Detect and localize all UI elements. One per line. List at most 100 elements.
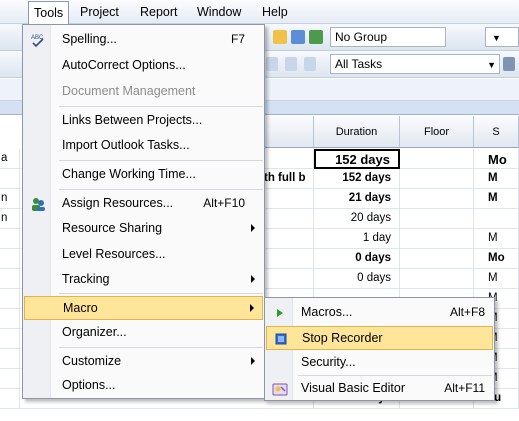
menu-bar: Tools Project Report Window Help xyxy=(0,0,519,24)
floor-cell[interactable] xyxy=(400,249,474,269)
menu-project[interactable]: Project xyxy=(80,5,119,19)
align-left-icon[interactable] xyxy=(266,57,278,71)
menu-tools[interactable]: Tools xyxy=(28,1,70,24)
play-icon xyxy=(277,309,283,317)
menu-item-macro[interactable]: Macro xyxy=(24,296,263,320)
menu-item-level-resources[interactable]: Level Resources... xyxy=(24,243,263,267)
note-icon[interactable] xyxy=(273,30,287,44)
duration-cell[interactable]: 152 days xyxy=(314,149,400,169)
menu-separator xyxy=(59,106,263,107)
menu-item-stop-recorder[interactable]: Stop Recorder xyxy=(266,326,493,350)
macro-submenu: Macros... Alt+F8 Stop Recorder Security.… xyxy=(264,297,495,401)
submenu-arrow-icon xyxy=(250,304,254,312)
task-name-cell xyxy=(0,169,20,189)
task-name-cell: n xyxy=(0,209,20,229)
menu-item-change-working-time[interactable]: Change Working Time... xyxy=(24,163,263,187)
menu-separator xyxy=(59,189,263,190)
resources-icon[interactable] xyxy=(309,30,323,44)
submenu-arrow-icon xyxy=(251,357,255,365)
menu-window[interactable]: Window xyxy=(197,5,241,19)
tools-menu: ABC Spelling... F7 AutoCorrect Options..… xyxy=(22,24,265,399)
zoom-combo[interactable]: ▼ xyxy=(485,27,519,47)
menu-item-customize[interactable]: Customize xyxy=(24,350,263,374)
task-name-cell xyxy=(0,229,20,249)
task-name-cell xyxy=(264,209,314,229)
task-name-cell xyxy=(264,249,314,269)
floor-cell[interactable] xyxy=(400,229,474,249)
duration-cell[interactable]: 21 days xyxy=(314,189,400,209)
duration-cell[interactable]: 1 day xyxy=(314,229,400,249)
assign-resources-icon xyxy=(32,198,45,211)
column-header-floor[interactable]: Floor xyxy=(400,116,474,148)
menu-item-document-management[interactable]: Document Management xyxy=(24,80,263,104)
autofilter-icon[interactable] xyxy=(503,57,515,71)
start-cell[interactable]: M xyxy=(474,229,519,249)
chevron-down-icon: ▼ xyxy=(487,60,496,70)
floor-cell[interactable] xyxy=(400,149,474,169)
menu-item-autocorrect[interactable]: AutoCorrect Options... xyxy=(24,54,263,78)
task-name-cell xyxy=(0,249,20,269)
spelling-icon: ABC xyxy=(31,35,44,48)
floor-cell[interactable] xyxy=(400,269,474,289)
submenu-arrow-icon xyxy=(251,275,255,283)
menu-separator xyxy=(59,160,263,161)
task-name-cell xyxy=(0,269,20,289)
chevron-down-icon: ▼ xyxy=(492,33,501,43)
stop-recorder-icon xyxy=(275,333,287,345)
duration-cell[interactable]: 152 days xyxy=(314,169,400,189)
floor-cell[interactable] xyxy=(400,189,474,209)
start-cell[interactable] xyxy=(474,209,519,229)
duration-cell[interactable]: 0 days xyxy=(314,249,400,269)
task-name-cell xyxy=(0,349,20,369)
visual-basic-editor-icon xyxy=(272,383,288,396)
task-name-cell xyxy=(0,389,20,409)
column-header-duration[interactable]: Duration xyxy=(314,116,400,148)
task-name-cell: th full b xyxy=(264,169,314,189)
task-name-cell xyxy=(0,309,20,329)
task-name-cell: a xyxy=(0,149,20,169)
floor-cell[interactable] xyxy=(400,169,474,189)
menu-item-resource-sharing[interactable]: Resource Sharing xyxy=(24,217,263,241)
start-cell[interactable]: M xyxy=(474,169,519,189)
task-name-cell xyxy=(0,329,20,349)
group-by-value: No Group xyxy=(335,30,388,44)
menu-item-links-between-projects[interactable]: Links Between Projects... xyxy=(24,109,263,133)
filter-value: All Tasks xyxy=(335,57,383,71)
menu-report[interactable]: Report xyxy=(140,5,178,19)
menu-item-tracking[interactable]: Tracking xyxy=(24,268,263,292)
task-name-cell xyxy=(0,289,20,309)
task-name-cell xyxy=(264,149,314,169)
menu-item-options[interactable]: Options... xyxy=(24,374,263,398)
menu-item-import-outlook-tasks[interactable]: Import Outlook Tasks... xyxy=(24,134,263,158)
start-cell[interactable]: Mo xyxy=(474,149,519,169)
start-cell[interactable]: M xyxy=(474,269,519,289)
menu-item-organizer[interactable]: Organizer... xyxy=(24,321,263,345)
group-by-combo[interactable]: No Group xyxy=(330,27,446,47)
task-name-cell xyxy=(0,369,20,389)
start-cell[interactable]: M xyxy=(474,189,519,209)
menu-help[interactable]: Help xyxy=(262,5,288,19)
menu-item-security[interactable]: Security... xyxy=(266,351,493,375)
align-right-icon[interactable] xyxy=(304,57,316,71)
task-name-cell: n xyxy=(0,189,20,209)
menu-item-macros[interactable]: Macros... Alt+F8 xyxy=(266,301,493,325)
start-cell[interactable]: Mo xyxy=(474,249,519,269)
align-center-icon[interactable] xyxy=(285,57,297,71)
floor-cell[interactable] xyxy=(400,209,474,229)
task-name-cell xyxy=(264,189,314,209)
menu-separator xyxy=(59,347,263,348)
task-name-cell xyxy=(264,269,314,289)
submenu-arrow-icon xyxy=(251,224,255,232)
duration-cell[interactable]: 0 days xyxy=(314,269,400,289)
link-tasks-icon[interactable] xyxy=(291,30,305,44)
menu-item-spelling[interactable]: ABC Spelling... F7 xyxy=(24,28,263,52)
column-header-name[interactable] xyxy=(264,116,314,148)
duration-cell[interactable]: 20 days xyxy=(314,209,400,229)
menu-item-assign-resources[interactable]: Assign Resources... Alt+F10 xyxy=(24,192,263,216)
task-name-cell xyxy=(264,229,314,249)
menu-item-visual-basic-editor[interactable]: Visual Basic Editor Alt+F11 xyxy=(266,377,493,401)
menu-separator xyxy=(59,293,263,294)
menu-separator xyxy=(298,375,492,376)
filter-combo[interactable]: All Tasks ▼ xyxy=(330,54,500,74)
column-header-start[interactable]: S xyxy=(474,116,519,148)
